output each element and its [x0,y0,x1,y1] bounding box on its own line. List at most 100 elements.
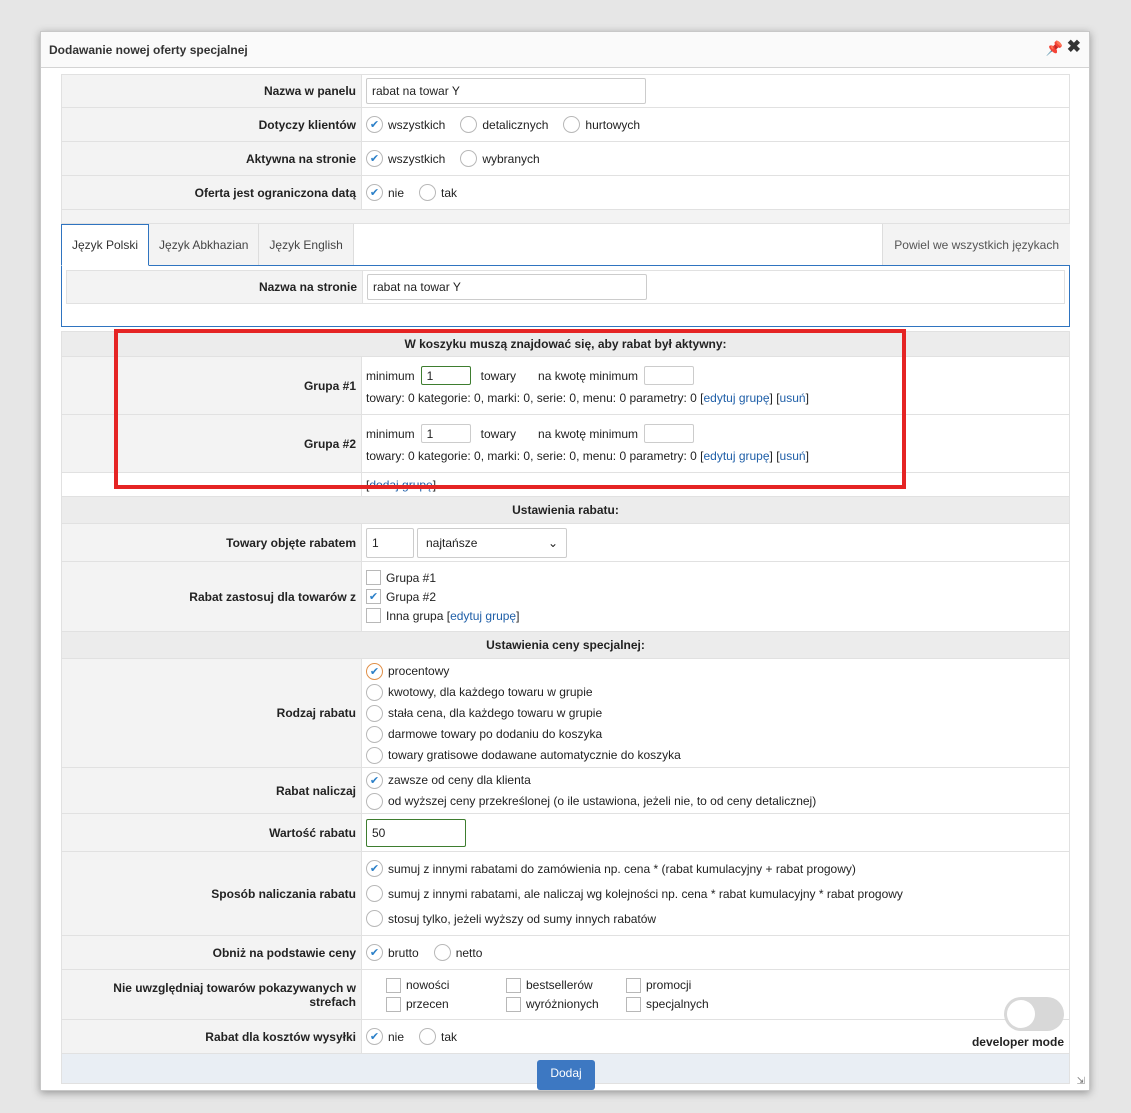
method-option-sum[interactable]: ✔ sumuj z innymi rabatami do zamówienia n… [366,860,856,877]
toggle-knob [1007,1000,1035,1028]
clients-label: Dotyczy klientów [62,108,362,141]
checkbox-icon [386,996,401,1012]
zones-grid: nowości bestsellerów promocji przecen wy… [366,977,746,1012]
form-footer: Dodaj [61,1054,1070,1090]
pin-icon[interactable]: 📌 [1046,40,1063,57]
group-1-row: Grupa #1 minimum towary na kwotę minimum… [61,357,1070,415]
radio-icon [366,792,383,810]
resize-handle-icon[interactable]: ⇲ [1077,1076,1085,1087]
site-name-label: Nazwa na stronie [67,271,363,303]
basis-option-net[interactable]: netto [433,944,482,961]
zone-featured-checkbox[interactable]: wyróżnionych [506,996,626,1012]
zone-sales-checkbox[interactable]: przecen [386,996,506,1012]
repeat-all-languages-button[interactable]: Powiel we wszystkich językach [882,224,1070,265]
products-covered-select[interactable]: najtańsze ⌄ [417,527,567,558]
active-row: Aktywna na stronie ✔ wszystkich wybranych [61,142,1070,176]
offer-dialog: Dodawanie nowej oferty specjalnej 📌 ✖ Na… [40,31,1090,1091]
other-group-edit-link[interactable]: edytuj grupę [450,609,516,623]
group-2-edit-link[interactable]: edytuj grupę [703,449,769,463]
calc-from-label: Rabat naliczaj [62,768,362,813]
panel-name-row: Nazwa w panelu [61,74,1070,108]
type-option-free-products[interactable]: darmowe towary po dodaniu do koszyka [366,725,602,743]
radio-icon [433,944,451,961]
checkbox-icon [506,977,521,993]
radio-checked-icon: ✔ [366,184,383,201]
radio-checked-icon: ✔ [366,944,383,961]
zone-new-checkbox[interactable]: nowości [386,977,506,993]
products-covered-label: Towary objęte rabatem [62,524,362,561]
checkbox-checked-icon: ✔ [366,589,381,604]
group-2-label: Grupa #2 [62,415,362,472]
clients-option-wholesale[interactable]: hurtowych [563,116,640,133]
active-label: Aktywna na stronie [62,142,362,175]
site-name-input[interactable] [367,274,647,300]
checkbox-icon [366,570,381,585]
tab-abkhazian[interactable]: Język Abkhazian [149,224,260,265]
exclude-zones-row: Nie uwzględniaj towarów pokazywanych w s… [61,970,1070,1020]
shipping-option-yes[interactable]: tak [419,1028,457,1045]
apply-group-1-checkbox[interactable]: Grupa #1 [366,570,436,585]
calc-method-row: Sposób naliczania rabatu ✔ sumuj z innymi… [61,852,1070,936]
developer-mode-toggle[interactable] [1004,997,1064,1031]
shipping-discount-label: Rabat dla kosztów wysyłki [62,1020,362,1053]
dialog-header: Dodawanie nowej oferty specjalnej 📌 ✖ [41,32,1089,68]
radio-icon [366,704,383,722]
developer-mode-label: developer mode [971,1035,1064,1049]
close-icon[interactable]: ✖ [1067,37,1081,57]
group-2-amount-input[interactable] [644,424,695,443]
price-settings-header: Ustawienia ceny specjalnej: [61,632,1070,659]
discount-type-row: Rodzaj rabatu ✔ procentowy kwotowy, dla k… [61,659,1070,768]
radio-checked-icon: ✔ [366,116,383,133]
radio-icon [366,746,383,764]
tab-polski[interactable]: Język Polski [61,224,150,266]
radio-icon [563,116,581,133]
clients-option-retail[interactable]: detalicznych [460,116,548,133]
date-limit-label: Oferta jest ograniczona datą [62,176,362,209]
checkbox-icon [386,977,401,993]
products-covered-count-input[interactable] [366,527,414,558]
discount-value-input[interactable] [366,818,466,847]
panel-name-input[interactable] [366,78,646,104]
basis-option-gross[interactable]: ✔ brutto [366,944,419,961]
add-group-row: [dodaj grupę] [61,473,1070,497]
date-limit-option-no[interactable]: ✔ nie [366,184,404,201]
price-basis-label: Obniż na podstawie ceny [62,936,362,969]
active-option-selected[interactable]: wybranych [460,150,540,167]
zone-promotions-checkbox[interactable]: promocji [626,977,746,993]
zone-special-checkbox[interactable]: specjalnych [626,996,746,1012]
group-1-amount-input[interactable] [644,366,695,385]
radio-checked-icon: ✔ [366,771,383,789]
apply-other-group-checkbox[interactable]: Inna grupa [edytuj grupę] [366,608,519,623]
group-1-minimum-input[interactable] [420,366,471,385]
language-tabs: Język Polski Język Abkhazian Język Engli… [61,224,1070,266]
calc-option-client-price[interactable]: ✔ zawsze od ceny dla klienta [366,771,531,789]
method-option-sequence[interactable]: sumuj z innymi rabatami, ale naliczaj wg… [366,885,903,902]
tab-english[interactable]: Język English [259,224,354,265]
active-option-all[interactable]: ✔ wszystkich [366,150,445,167]
group-2-minimum-input[interactable] [420,424,471,443]
group-1-edit-link[interactable]: edytuj grupę [703,391,769,405]
radio-checked-icon: ✔ [366,1028,383,1045]
add-group-link[interactable]: dodaj grupę [369,478,432,492]
add-button[interactable]: Dodaj [537,1060,595,1090]
type-option-percent[interactable]: ✔ procentowy [366,662,449,680]
shipping-option-no[interactable]: ✔ nie [366,1028,404,1045]
group-2-remove-link[interactable]: usuń [780,449,806,463]
apply-group-2-checkbox[interactable]: ✔ Grupa #2 [366,589,436,604]
cart-section-header: W koszyku muszą znajdować się, aby rabat… [61,331,1070,357]
clients-option-all[interactable]: ✔ wszystkich [366,116,445,133]
type-option-amount[interactable]: kwotowy, dla każdego towaru w grupie [366,683,593,701]
method-option-higher[interactable]: stosuj tylko, jeżeli wyższy od sumy inny… [366,910,656,927]
apply-for-row: Rabat zastosuj dla towarów z Grupa #1 ✔ G… [61,562,1070,632]
group-2-summary: towary: 0 kategorie: 0, marki: 0, serie:… [366,449,809,463]
checkbox-icon [506,996,521,1012]
zone-bestsellers-checkbox[interactable]: bestsellerów [506,977,626,993]
type-option-fixed-price[interactable]: stała cena, dla każdego towaru w grupie [366,704,602,722]
calc-option-crossed-price[interactable]: od wyższej ceny przekreślonej (o ile ust… [366,792,816,810]
radio-icon [460,116,478,133]
panel-name-label: Nazwa w panelu [62,75,362,107]
date-limit-option-yes[interactable]: tak [419,184,457,201]
form-content: Nazwa w panelu Dotyczy klientów ✔wszystk… [61,74,1070,1090]
type-option-gift-products[interactable]: towary gratisowe dodawane automatycznie … [366,746,681,764]
group-1-remove-link[interactable]: usuń [780,391,806,405]
